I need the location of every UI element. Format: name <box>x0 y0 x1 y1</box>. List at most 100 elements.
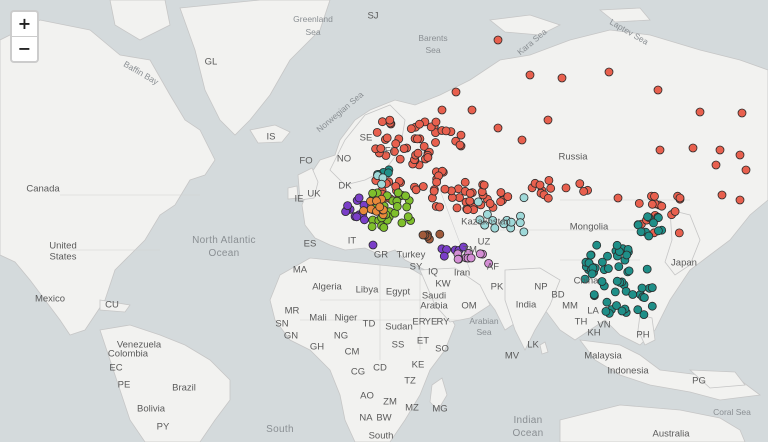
map-marker[interactable] <box>415 119 424 129</box>
map-marker[interactable] <box>517 135 527 145</box>
map-marker[interactable] <box>634 198 644 208</box>
map-marker[interactable] <box>657 201 667 211</box>
map-marker[interactable] <box>431 117 441 127</box>
map-marker[interactable] <box>642 264 652 274</box>
map-marker[interactable] <box>628 290 638 299</box>
map-marker[interactable] <box>485 199 495 208</box>
map-marker[interactable] <box>515 218 525 228</box>
map-marker[interactable] <box>613 193 623 203</box>
map-marker[interactable] <box>435 202 445 212</box>
map-marker[interactable] <box>418 182 428 191</box>
map-marker[interactable] <box>643 212 652 222</box>
map-marker[interactable] <box>711 160 721 170</box>
map-marker[interactable] <box>614 262 624 272</box>
map-marker[interactable] <box>561 183 571 193</box>
map-marker[interactable] <box>411 185 421 195</box>
map-marker[interactable] <box>418 230 428 240</box>
map-marker[interactable] <box>451 87 461 97</box>
map-marker[interactable] <box>543 115 553 125</box>
map-marker[interactable] <box>655 145 665 155</box>
map-marker[interactable] <box>612 276 622 286</box>
map-marker[interactable] <box>395 154 405 164</box>
map-marker[interactable] <box>519 193 529 203</box>
map-marker[interactable] <box>654 226 663 236</box>
map-marker[interactable] <box>610 287 620 297</box>
map-marker[interactable] <box>467 105 477 115</box>
map-marker[interactable] <box>473 197 483 207</box>
map-marker[interactable] <box>650 191 659 201</box>
map-marker[interactable] <box>535 180 545 190</box>
map-marker[interactable] <box>377 117 387 127</box>
map-marker[interactable] <box>604 67 614 77</box>
map-marker[interactable] <box>397 218 407 228</box>
map-marker[interactable] <box>382 133 392 143</box>
map-marker[interactable] <box>602 297 612 307</box>
zoom-out-button[interactable]: − <box>12 36 37 61</box>
map-marker[interactable] <box>453 254 463 264</box>
map-marker[interactable] <box>475 249 485 259</box>
map-marker[interactable] <box>413 148 423 158</box>
map-marker[interactable] <box>401 191 411 201</box>
map-marker[interactable] <box>737 108 747 118</box>
map-marker[interactable] <box>452 203 462 213</box>
map-marker[interactable] <box>695 107 705 117</box>
map-marker[interactable] <box>557 73 567 83</box>
map-marker[interactable] <box>406 124 416 134</box>
map-marker[interactable] <box>649 218 658 228</box>
map-marker[interactable] <box>597 277 607 286</box>
map-marker[interactable] <box>525 70 535 80</box>
map-marker[interactable] <box>586 250 596 260</box>
map-marker[interactable] <box>717 190 727 200</box>
map-marker[interactable] <box>437 105 447 115</box>
map-marker[interactable] <box>544 175 554 185</box>
map-marker[interactable] <box>735 195 745 205</box>
map-marker[interactable] <box>402 202 412 212</box>
map-marker[interactable] <box>503 192 513 202</box>
map-marker[interactable] <box>368 240 378 250</box>
zoom-in-button[interactable]: + <box>12 12 37 36</box>
map-marker[interactable] <box>543 193 553 203</box>
map-marker[interactable] <box>592 240 602 250</box>
map-marker[interactable] <box>354 193 364 203</box>
map-marker[interactable] <box>579 186 588 196</box>
map-marker[interactable] <box>343 201 353 211</box>
map-marker[interactable] <box>647 199 657 209</box>
map-marker[interactable] <box>575 179 585 189</box>
map-marker[interactable] <box>637 283 647 293</box>
map-marker[interactable] <box>412 134 422 144</box>
map-canvas[interactable]: Greenland Sea SJ GL Barents Sea Kara Sea… <box>0 0 768 442</box>
map-marker[interactable] <box>423 153 433 162</box>
map-marker[interactable] <box>385 115 395 125</box>
map-marker[interactable] <box>359 215 369 225</box>
map-marker[interactable] <box>624 266 634 276</box>
map-marker[interactable] <box>622 250 632 260</box>
map-marker[interactable] <box>441 126 451 136</box>
map-marker[interactable] <box>376 144 386 153</box>
map-marker[interactable] <box>653 85 663 95</box>
map-marker[interactable] <box>674 228 684 238</box>
map-marker[interactable] <box>612 240 622 250</box>
map-marker[interactable] <box>379 223 389 232</box>
map-marker[interactable] <box>455 140 465 150</box>
map-marker[interactable] <box>375 202 385 212</box>
map-marker[interactable] <box>675 193 685 203</box>
map-marker[interactable] <box>715 145 725 155</box>
map-marker[interactable] <box>617 306 627 316</box>
map-marker[interactable] <box>432 177 442 187</box>
map-marker[interactable] <box>399 144 409 154</box>
map-marker[interactable] <box>403 212 413 222</box>
map-marker[interactable] <box>465 196 475 206</box>
map-marker[interactable] <box>465 188 475 198</box>
map-marker[interactable] <box>519 227 529 237</box>
map-marker[interactable] <box>429 186 439 196</box>
map-marker[interactable] <box>604 264 613 273</box>
map-marker[interactable] <box>741 165 751 175</box>
map-marker[interactable] <box>639 310 649 320</box>
map-marker[interactable] <box>688 143 698 153</box>
map-marker[interactable] <box>367 222 377 232</box>
map-marker[interactable] <box>368 188 378 198</box>
map-marker[interactable] <box>589 290 599 300</box>
map-marker[interactable] <box>493 123 503 133</box>
map-marker[interactable] <box>479 180 489 190</box>
map-marker[interactable] <box>601 306 611 316</box>
